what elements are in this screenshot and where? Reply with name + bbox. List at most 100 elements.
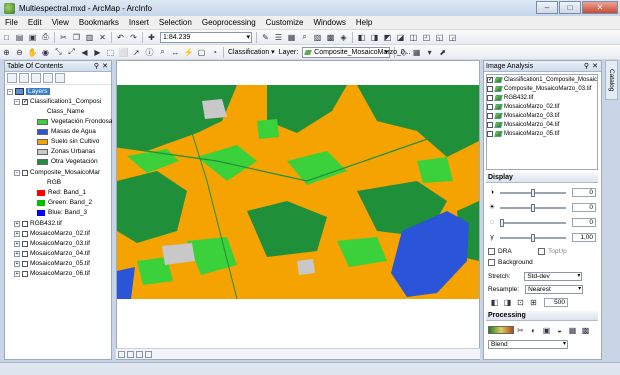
time-slider-icon[interactable]: ◔ [209, 47, 220, 58]
delete-icon[interactable]: ✕ [97, 32, 108, 43]
transparency-value[interactable]: 0 [572, 218, 596, 227]
processing-section-header[interactable]: Processing [486, 311, 598, 321]
pointer-icon[interactable]: ⬈ [437, 47, 448, 58]
menu-view[interactable]: View [47, 18, 74, 27]
ia-layer-checkbox[interactable] [487, 94, 493, 101]
data-view-icon[interactable] [118, 350, 125, 358]
find-icon[interactable]: ⌕ [157, 47, 168, 58]
map-display[interactable] [116, 60, 480, 360]
list-by-visibility-icon[interactable] [31, 73, 41, 83]
fixed-zoom-out-icon[interactable]: ⤢ [66, 47, 77, 58]
redo-icon[interactable]: ↷ [128, 32, 139, 43]
image-analysis-layer-list[interactable]: ✓ Classification1_Composite_Mosaic Compos… [486, 74, 598, 170]
ia-layer-item[interactable]: ✓ Classification1_Composite_Mosaic [487, 75, 597, 84]
cut-icon[interactable]: ✂ [58, 32, 69, 43]
expand-icon[interactable]: + [14, 230, 20, 237]
maximize-button[interactable]: □ [559, 1, 581, 14]
classify-icon[interactable]: ▾ [424, 47, 435, 58]
contrast-slider-thumb[interactable] [531, 188, 535, 197]
expand-icon[interactable]: + [14, 220, 20, 227]
layer-select[interactable]: Composite_MosaicoMarzo_0... [302, 46, 411, 58]
menu-help[interactable]: Help [351, 18, 377, 27]
ia-layer-checkbox[interactable] [487, 121, 493, 128]
ndvi-icon[interactable]: ▣ [541, 325, 552, 336]
resample-select[interactable]: Nearest [525, 284, 584, 294]
collapse-icon[interactable]: − [14, 98, 20, 105]
layer-row[interactable]: + MosaicoMarzo_02.tif [14, 229, 90, 238]
menu-selection[interactable]: Selection [154, 18, 197, 27]
toc-options-icon[interactable] [55, 73, 65, 83]
expand-icon[interactable]: + [14, 270, 20, 277]
tool-icon-b[interactable]: ◨ [369, 32, 380, 43]
layers-dataframe-row[interactable]: − Layers [7, 87, 50, 96]
pan-icon[interactable]: ✋ [27, 47, 38, 58]
gamma-value[interactable]: 1,00 [572, 233, 596, 242]
display-section-header[interactable]: Display [486, 173, 598, 183]
identify-icon[interactable]: ⓘ [144, 47, 155, 58]
ia-layer-item[interactable]: MosaicoMarzo_05.tif [487, 129, 597, 138]
layer-visibility-checkbox[interactable] [22, 169, 28, 176]
table-of-contents-icon[interactable]: ☰ [273, 32, 284, 43]
layer-row[interactable]: + MosaicoMarzo_06.tif [14, 269, 90, 278]
model-builder-icon[interactable]: ◈ [338, 32, 349, 43]
layer-visibility-checkbox[interactable] [22, 230, 28, 237]
blend-select[interactable]: Blend [488, 339, 568, 349]
clip-icon[interactable]: ✂ [515, 325, 526, 336]
layout-view-icon[interactable] [127, 350, 134, 358]
orthorectify-icon[interactable]: ▦ [567, 325, 578, 336]
arctoolbox-icon[interactable]: ▧ [312, 32, 323, 43]
layer-visibility-checkbox[interactable] [22, 270, 28, 277]
add-data-icon[interactable]: ✚ [146, 32, 157, 43]
swipe-icon[interactable]: ◧ [489, 297, 500, 308]
html-popup-icon[interactable]: ▢ [196, 47, 207, 58]
stretch-select[interactable]: Std-dev [524, 271, 583, 281]
ia-layer-checkbox[interactable] [487, 112, 493, 119]
ia-layer-checkbox[interactable] [487, 130, 493, 137]
select-elements-icon[interactable]: ➚ [131, 47, 142, 58]
tool-icon-e[interactable]: ◫ [408, 32, 419, 43]
menu-windows[interactable]: Windows [308, 18, 350, 27]
layer-visibility-checkbox[interactable] [22, 250, 28, 257]
full-extent-icon[interactable]: ◉ [40, 47, 51, 58]
tool-icon-c[interactable]: ◩ [382, 32, 393, 43]
search-window-icon[interactable]: ⌕ [299, 32, 310, 43]
menu-insert[interactable]: Insert [124, 18, 154, 27]
catalog-side-tab[interactable]: Catalog [605, 60, 618, 100]
back-extent-icon[interactable]: ◀ [79, 47, 90, 58]
background-checkbox[interactable] [488, 259, 495, 266]
save-icon[interactable]: ▣ [27, 32, 38, 43]
image-analysis-pin-icon[interactable]: ⚲ [584, 61, 589, 72]
contrast-value[interactable]: 0 [572, 188, 596, 197]
dra-checkbox[interactable] [488, 248, 495, 255]
brightness-slider-thumb[interactable] [531, 203, 535, 212]
ia-layer-checkbox[interactable] [487, 85, 493, 92]
list-by-source-icon[interactable] [19, 73, 29, 83]
ia-layer-checkbox[interactable] [487, 103, 493, 110]
gamma-slider-thumb[interactable] [531, 233, 535, 242]
forward-extent-icon[interactable]: ▶ [92, 47, 103, 58]
open-folder-icon[interactable]: ▤ [14, 32, 25, 43]
ia-layer-item[interactable]: Composite_MosaicoMarzo_03.tif [487, 84, 597, 93]
catalog-window-icon[interactable]: ▦ [286, 32, 297, 43]
print-icon[interactable]: ⎙ [40, 32, 51, 43]
classification-layer-row[interactable]: − ✓ Classification1_Composi [14, 97, 101, 106]
tool-icon-g[interactable]: ◱ [434, 32, 445, 43]
brightness-slider[interactable] [500, 203, 566, 212]
layer-row[interactable]: + MosaicoMarzo_04.tif [14, 249, 90, 258]
transparency-slider-thumb[interactable] [500, 218, 504, 227]
hillshade-icon[interactable]: ◒ [554, 325, 565, 336]
classification-toolbar-dropdown[interactable]: Classification ▾ [228, 48, 275, 56]
layer-visibility-checkbox[interactable] [22, 240, 28, 247]
refresh-icon[interactable] [136, 350, 143, 358]
topup-checkbox[interactable] [538, 248, 545, 255]
paste-icon[interactable]: ▥ [84, 32, 95, 43]
collapse-icon[interactable]: − [7, 88, 13, 95]
layer-visibility-checkbox[interactable] [22, 220, 28, 227]
menu-geoprocessing[interactable]: Geoprocessing [197, 18, 261, 27]
select-features-icon[interactable]: ⬚ [105, 47, 116, 58]
layer-visibility-checkbox[interactable] [22, 260, 28, 267]
classified-raster-map[interactable] [116, 61, 480, 359]
expand-icon[interactable]: + [14, 250, 20, 257]
flicker-icon[interactable]: ◨ [502, 297, 513, 308]
brightness-value[interactable]: 0 [572, 203, 596, 212]
